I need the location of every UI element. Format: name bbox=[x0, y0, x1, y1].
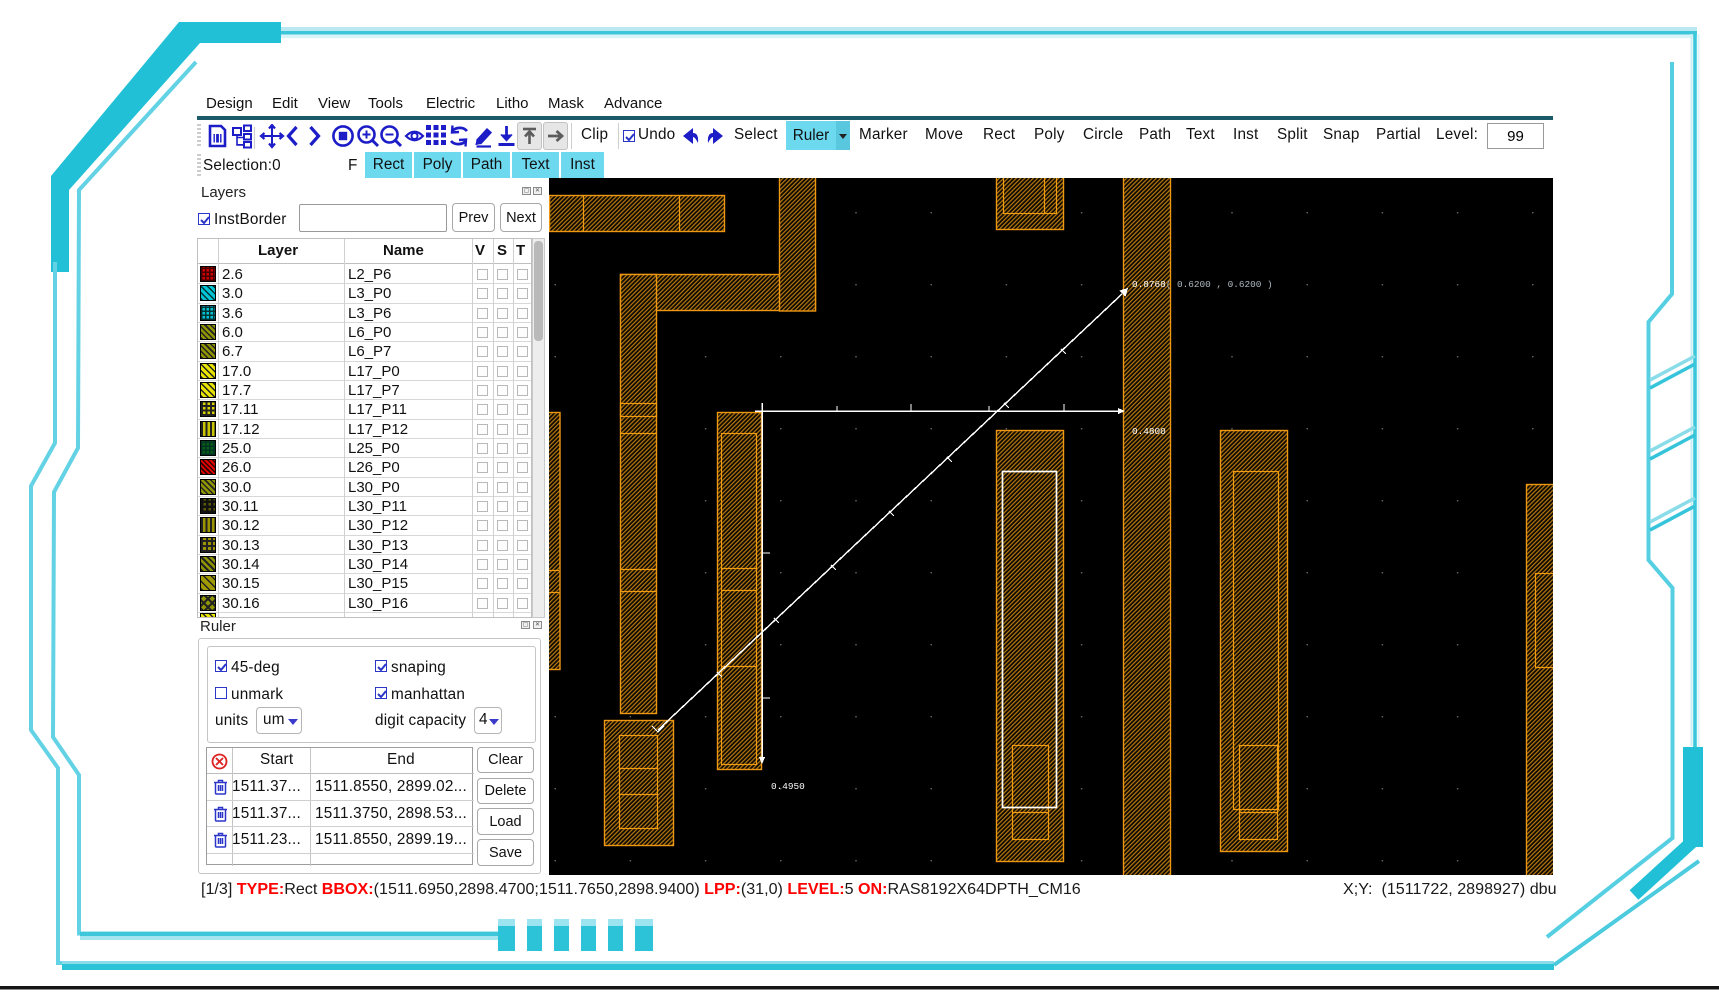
svg-text:0.4800: 0.4800 bbox=[1132, 426, 1166, 437]
svg-text:0.4950: 0.4950 bbox=[771, 781, 805, 792]
svg-text:0.8768( 0.6200 , 0.6200 ): 0.8768( 0.6200 , 0.6200 ) bbox=[1132, 279, 1273, 290]
